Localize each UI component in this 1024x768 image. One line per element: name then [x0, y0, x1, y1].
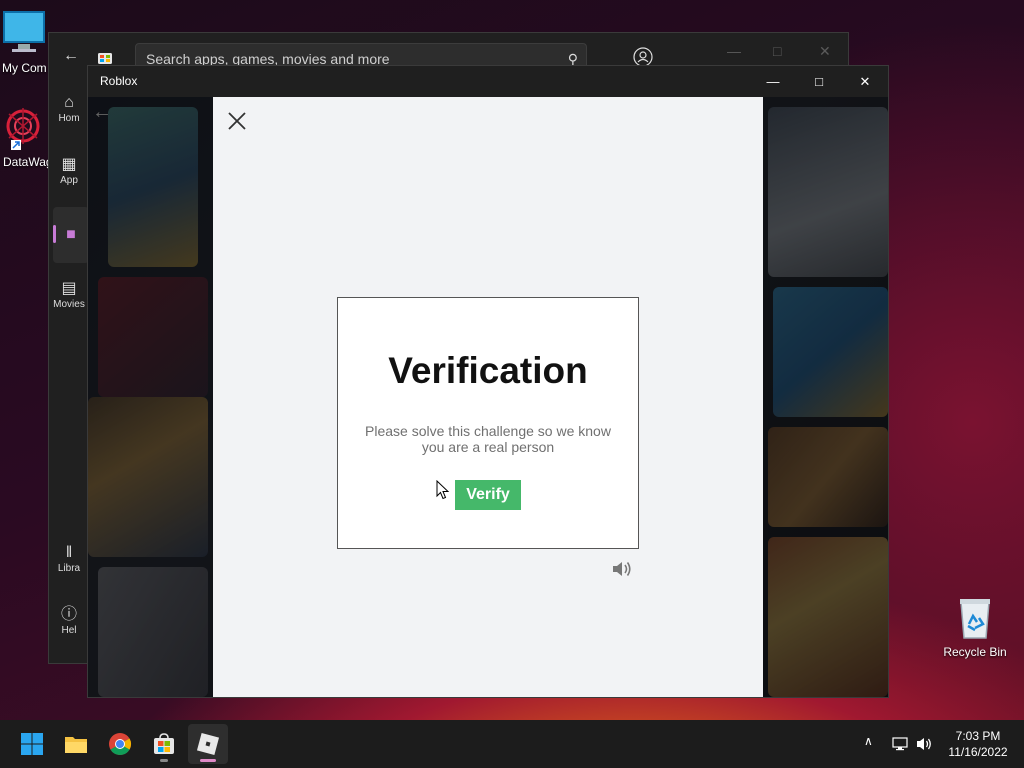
sidebar-item-gaming[interactable]: ■: [53, 207, 89, 263]
sidebar-item-label: Libra: [57, 563, 81, 574]
sidebar-item-apps[interactable]: ▦ App: [49, 155, 89, 186]
sidebar-item-movies[interactable]: ▤ Movies: [49, 279, 89, 310]
taskbar-file-explorer[interactable]: [56, 724, 96, 764]
my-computer-desktop-icon[interactable]: My Com: [0, 10, 52, 75]
back-arrow-icon[interactable]: ←: [92, 101, 112, 124]
network-icon[interactable]: [892, 736, 910, 752]
maximize-button[interactable]: □: [796, 66, 842, 97]
roblox-titlebar: Roblox — □ ✕: [88, 66, 888, 97]
store-maximize-button[interactable]: □: [773, 43, 781, 59]
clapperboard-icon: ▤: [61, 280, 77, 297]
volume-icon[interactable]: [916, 736, 934, 752]
clock-date: 11/16/2022: [948, 745, 1008, 759]
recycle-bin-desktop-icon[interactable]: Recycle Bin: [940, 596, 1010, 659]
store-sidebar: ⌂ Hom ▦ App ■ ▤ Movies ‖ Libra ⓘ Hel: [49, 81, 89, 665]
back-arrow-icon[interactable]: ←: [63, 47, 79, 65]
desktop-icon-label: DataWag: [3, 155, 50, 169]
gamepad-icon: ■: [66, 226, 76, 243]
taskbar-roblox[interactable]: [188, 724, 228, 764]
store-minimize-button[interactable]: —: [727, 43, 741, 59]
folder-icon: [65, 737, 87, 753]
sidebar-item-label: Movies: [53, 299, 85, 310]
window-title: Roblox: [100, 74, 138, 88]
sidebar-item-label: Hom: [58, 113, 80, 124]
verification-modal: Verification Please solve this challenge…: [213, 97, 763, 697]
sidebar-item-help[interactable]: ⓘ Hel: [49, 605, 89, 636]
desktop-icon-label: My Com: [2, 61, 47, 75]
running-indicator: [160, 759, 168, 762]
datawag-desktop-icon[interactable]: DataWag: [0, 104, 50, 169]
taskbar-chrome[interactable]: [100, 724, 140, 764]
home-icon: ⌂: [64, 94, 74, 111]
store-close-button[interactable]: ✕: [819, 43, 831, 60]
overlay-dim: [763, 97, 888, 697]
recycle-bin-icon: [960, 599, 990, 639]
sidebar-item-home[interactable]: ⌂ Hom: [49, 93, 89, 124]
audio-challenge-icon[interactable]: [611, 559, 633, 579]
apps-icon: ▦: [61, 156, 77, 173]
minimize-button[interactable]: —: [750, 66, 796, 97]
sidebar-item-label: Hel: [61, 625, 77, 636]
show-hidden-icons-chevron-icon[interactable]: ∧: [864, 734, 873, 748]
chrome-icon: [109, 733, 131, 755]
verify-button[interactable]: Verify: [455, 480, 521, 510]
start-button[interactable]: [12, 724, 52, 764]
active-indicator: [200, 759, 216, 762]
desktop-icon-label: Recycle Bin: [943, 645, 1007, 659]
taskbar-clock[interactable]: 7:03 PM 11/16/2022: [940, 728, 1016, 760]
overlay-dim: [88, 97, 213, 697]
close-window-button[interactable]: ✕: [842, 66, 888, 97]
library-icon: ‖: [65, 544, 73, 561]
close-icon[interactable]: [225, 109, 249, 133]
datawag-logo-icon: [6, 108, 40, 150]
account-icon[interactable]: [633, 47, 653, 67]
taskbar-microsoft-store[interactable]: [144, 724, 184, 764]
challenge-description: Please solve this challenge so we know y…: [365, 423, 611, 455]
sidebar-item-label: App: [60, 175, 78, 186]
challenge-title: Verification: [388, 350, 588, 391]
monitor-icon: [3, 11, 45, 52]
store-bag-icon: [154, 733, 174, 754]
store-logo-icon: [98, 53, 112, 64]
windows-start-icon: [21, 733, 43, 755]
roblox-icon: [196, 732, 220, 756]
clock-time: 7:03 PM: [955, 729, 1001, 743]
challenge-box: Verification Please solve this challenge…: [337, 297, 639, 549]
help-icon: ⓘ: [60, 606, 77, 623]
mouse-cursor-icon: [436, 480, 450, 500]
sidebar-item-library[interactable]: ‖ Libra: [49, 543, 89, 574]
